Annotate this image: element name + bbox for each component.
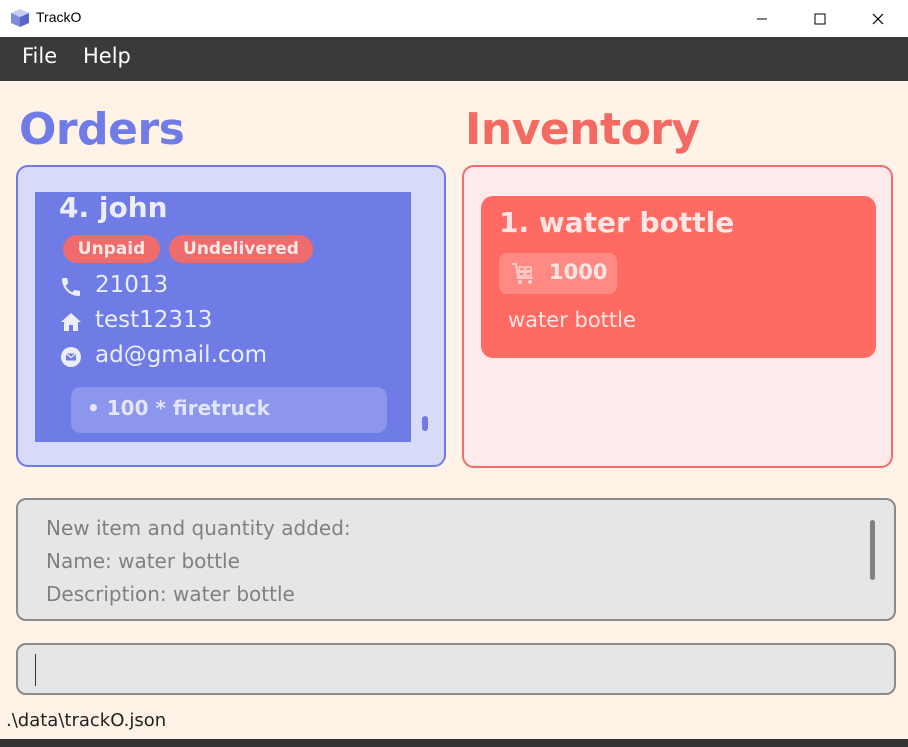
minimize-icon [757, 18, 767, 19]
result-scrollbar[interactable] [870, 520, 875, 580]
menu-bar: File Help [0, 37, 908, 81]
orders-scrollbar[interactable] [422, 416, 428, 431]
result-line: New item and quantity added: [46, 516, 351, 540]
app-cube-icon [11, 9, 29, 27]
close-icon [872, 13, 884, 24]
status-tag-undelivered: Undelivered [169, 235, 313, 263]
status-tag-unpaid: Unpaid [63, 235, 160, 263]
order-items-box: • 100 * firetruck [71, 387, 387, 433]
email-icon [61, 347, 81, 367]
bottom-edge [0, 739, 908, 747]
order-name: 4. john [59, 192, 168, 224]
inventory-heading: Inventory [465, 104, 700, 155]
order-address: test12313 [95, 307, 213, 333]
order-email: ad@gmail.com [95, 342, 268, 368]
order-card[interactable]: 4. john Unpaid Undelivered 21013 test123… [35, 192, 411, 442]
cart-icon [512, 263, 533, 284]
menu-help[interactable]: Help [83, 44, 131, 68]
orders-heading: Orders [19, 104, 185, 155]
item-quantity: 1000 [549, 260, 608, 284]
item-description: water bottle [508, 308, 636, 332]
order-item: • 100 * firetruck [87, 396, 270, 420]
result-display[interactable]: New item and quantity added: Name: water… [16, 498, 896, 621]
command-input[interactable] [16, 643, 896, 695]
item-name: 1. water bottle [499, 206, 735, 239]
text-caret [35, 654, 36, 686]
result-line: Name: water bottle [46, 549, 240, 573]
inventory-card[interactable]: 1. water bottle 1000 water bottle [481, 196, 876, 358]
window-title: TrackO [36, 9, 82, 25]
maximize-icon [814, 13, 826, 24]
status-bar-file-path: .\data\trackO.json [6, 710, 167, 731]
result-line: Description: water bottle [46, 582, 295, 606]
title-bar: TrackO [0, 0, 908, 37]
home-icon [61, 313, 81, 331]
order-phone: 21013 [95, 272, 169, 298]
quantity-badge: 1000 [499, 253, 617, 294]
menu-file[interactable]: File [22, 44, 57, 68]
minimize-button[interactable] [739, 0, 785, 37]
phone-icon [62, 278, 80, 296]
close-button[interactable] [855, 0, 901, 37]
maximize-button[interactable] [797, 0, 843, 37]
